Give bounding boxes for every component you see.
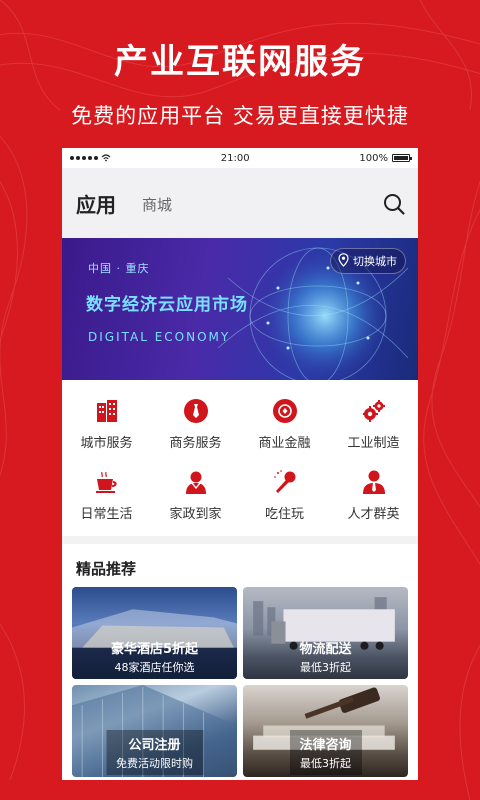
- banner-subtitle: DIGITAL ECONOMY: [88, 330, 231, 344]
- category-business-services[interactable]: 商务服务: [151, 396, 240, 451]
- tab-apps[interactable]: 应用: [76, 189, 116, 218]
- category-city-services[interactable]: 城市服务: [62, 396, 151, 451]
- category-label: 人才群英: [347, 507, 400, 522]
- card-title: 公司注册: [128, 738, 181, 753]
- section-divider: [62, 536, 418, 544]
- microphone-icon: [270, 467, 300, 497]
- featured-card-company-registration[interactable]: 公司注册 免费活动限时购: [72, 685, 237, 777]
- featured-card-legal-consulting[interactable]: 法律咨询 最低3折起: [243, 685, 408, 777]
- banner-location: 中国 · 重庆: [88, 262, 150, 275]
- battery-percent: 100%: [359, 152, 388, 164]
- housekeeper-icon: [181, 467, 211, 497]
- tie-icon: [181, 396, 211, 426]
- coffee-cup-icon: [92, 467, 122, 497]
- status-time: 21:00: [220, 152, 250, 164]
- building-icon: [92, 396, 122, 426]
- card-subtitle: 免费活动限时购: [116, 757, 193, 770]
- location-pin-icon: [338, 253, 349, 267]
- category-label: 商业金融: [258, 436, 311, 451]
- person-tie-icon: [359, 467, 389, 497]
- card-title: 豪华酒店5折起: [110, 642, 199, 657]
- category-label: 工业制造: [347, 436, 400, 451]
- battery-icon: [391, 154, 412, 162]
- promo-subline: 免费的应用平台 交易更直接更快捷: [71, 104, 409, 128]
- wifi-icon: [101, 154, 111, 162]
- search-icon[interactable]: [382, 192, 406, 216]
- card-subtitle: 最低3折起: [299, 661, 351, 674]
- category-talent[interactable]: 人才群英: [329, 467, 418, 522]
- promo-headline: 产业互联网服务: [114, 42, 366, 82]
- featured-card-hotel[interactable]: 豪华酒店5折起 48家酒店任你选: [72, 587, 237, 679]
- card-subtitle: 48家酒店任你选: [114, 661, 195, 674]
- category-commerce-finance[interactable]: 商业金融: [240, 396, 329, 451]
- featured-card-logistics[interactable]: 物流配送 最低3折起: [243, 587, 408, 679]
- category-grid: 城市服务 商务服务 商业金融 工业制造 日常生活 家政到家 吃住玩 人才群英: [62, 380, 418, 526]
- promo-banner[interactable]: 中国 · 重庆 数字经济云应用市场 DIGITAL ECONOMY 切换城市: [62, 238, 418, 380]
- status-bar: 21:00 100%: [62, 148, 418, 168]
- featured-section-title: 精品推荐: [76, 560, 137, 578]
- gears-icon: [359, 396, 389, 426]
- category-label: 日常生活: [80, 507, 133, 522]
- coin-icon: [270, 396, 300, 426]
- card-subtitle: 最低3折起: [299, 757, 351, 770]
- category-label: 商务服务: [169, 436, 222, 451]
- switch-city-label: 切换城市: [353, 255, 397, 268]
- category-industrial-manufacturing[interactable]: 工业制造: [329, 396, 418, 451]
- category-food-stay-fun[interactable]: 吃住玩: [240, 467, 329, 522]
- phone-screen: 21:00 100% 应用 商城 中国 · 重庆 数字经济云应用市场 DIGIT…: [62, 148, 418, 780]
- category-label: 城市服务: [80, 436, 133, 451]
- category-daily-life[interactable]: 日常生活: [62, 467, 151, 522]
- category-housekeeping[interactable]: 家政到家: [151, 467, 240, 522]
- signal-dots-icon: [70, 156, 98, 160]
- card-title: 物流配送: [299, 642, 352, 657]
- banner-title: 数字经济云应用市场: [86, 295, 248, 315]
- top-navigation: 应用 商城: [62, 168, 418, 238]
- signal-indicator: [70, 154, 111, 162]
- card-title: 法律咨询: [299, 738, 352, 753]
- category-label: 吃住玩: [264, 507, 304, 522]
- tab-mall[interactable]: 商城: [142, 194, 172, 215]
- category-label: 家政到家: [169, 507, 222, 522]
- switch-city-button[interactable]: 切换城市: [330, 248, 406, 274]
- featured-cards: 豪华酒店5折起 48家酒店任你选 物流配送 最低3折起 公司注册 免费活动限时购…: [62, 587, 418, 777]
